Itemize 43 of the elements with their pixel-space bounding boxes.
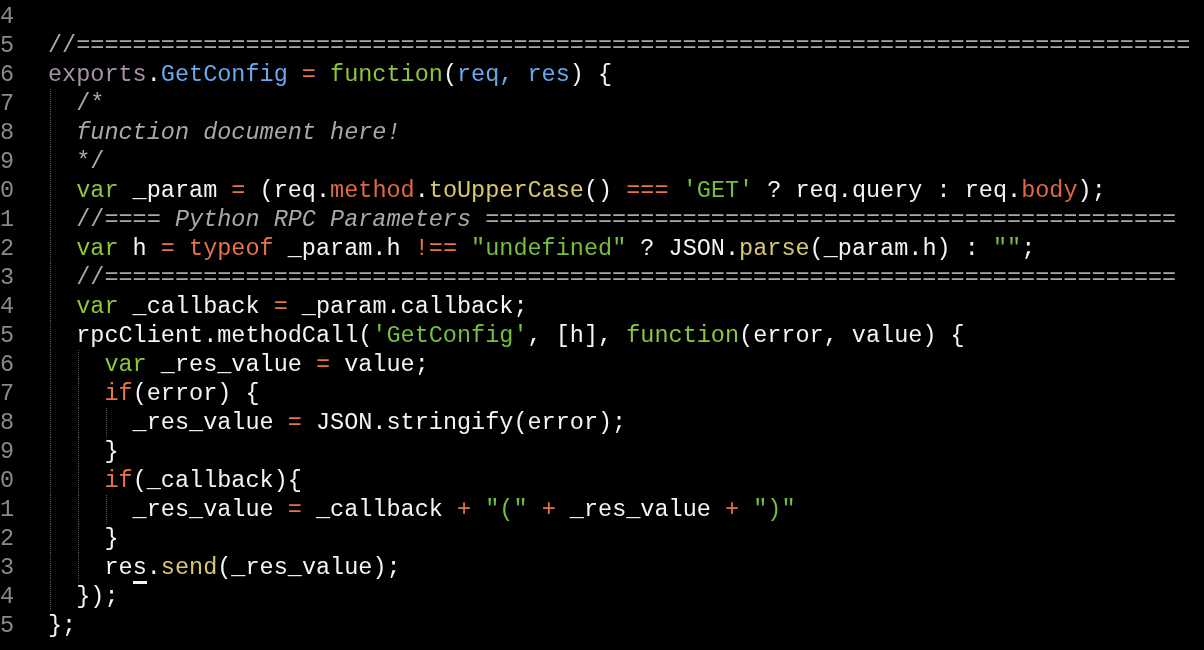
line-number: 4 <box>0 292 16 321</box>
code-line: rpcClient.methodCall('GetConfig', [h], function(error, value) { <box>75 321 965 350</box>
line-number: 1 <box>0 495 16 524</box>
code-line: _res_value = JSON.stringify(error); <box>131 408 627 437</box>
code-line: }; <box>48 611 77 640</box>
line-number: 7 <box>0 379 16 408</box>
line-number: 3 <box>0 553 16 582</box>
line-number: 2 <box>0 234 16 263</box>
code-line: var _param = (req.method.toUpperCase() === 'GET' ? req.query : req.body); <box>75 176 1106 205</box>
code-line: } <box>103 524 119 553</box>
line-number: 9 <box>0 147 16 176</box>
line-number: 4 <box>0 582 16 611</box>
code-line: exports.GetConfig = function(req, res) { <box>48 60 613 89</box>
line-number: 0 <box>0 466 16 495</box>
line-number: 1 <box>0 205 16 234</box>
code-line: } <box>103 437 119 466</box>
code-line: function document here! <box>75 118 401 147</box>
code-line: _res_value = _callback + "(" + _res_value + ")" <box>131 495 796 524</box>
code-line: //=============================================================================== <box>48 31 1191 60</box>
line-number: 4 <box>0 2 16 31</box>
code-line: //============================================================================ <box>75 263 1177 292</box>
line-number: 5 <box>0 31 16 60</box>
line-number: 5 <box>0 611 16 640</box>
code-line: //==== Python RPC Parameters ================================================= <box>75 205 1177 234</box>
line-number: 6 <box>0 60 16 89</box>
code-line: res.send(_res_value); <box>48 553 401 582</box>
line-number: 8 <box>0 118 16 147</box>
line-number: 9 <box>0 437 16 466</box>
code-line: */ <box>75 147 105 176</box>
line-number: 7 <box>0 89 16 118</box>
code-line: /* <box>75 89 105 118</box>
code-line: }); <box>75 582 119 611</box>
code-line: var _res_value = value; <box>103 350 429 379</box>
line-number: 0 <box>0 176 16 205</box>
line-number: 5 <box>0 321 16 350</box>
code-line: var h = typeof _param.h !== "undefined" ? JSON.parse(_param.h) : ""; <box>75 234 1036 263</box>
code-line: var _callback = _param.callback; <box>75 292 528 321</box>
code-line: if(_callback){ <box>103 466 302 495</box>
line-number: 6 <box>0 350 16 379</box>
code-line: if(error) { <box>103 379 260 408</box>
line-number: 2 <box>0 524 16 553</box>
line-number: 3 <box>0 263 16 292</box>
line-number: 8 <box>0 408 16 437</box>
